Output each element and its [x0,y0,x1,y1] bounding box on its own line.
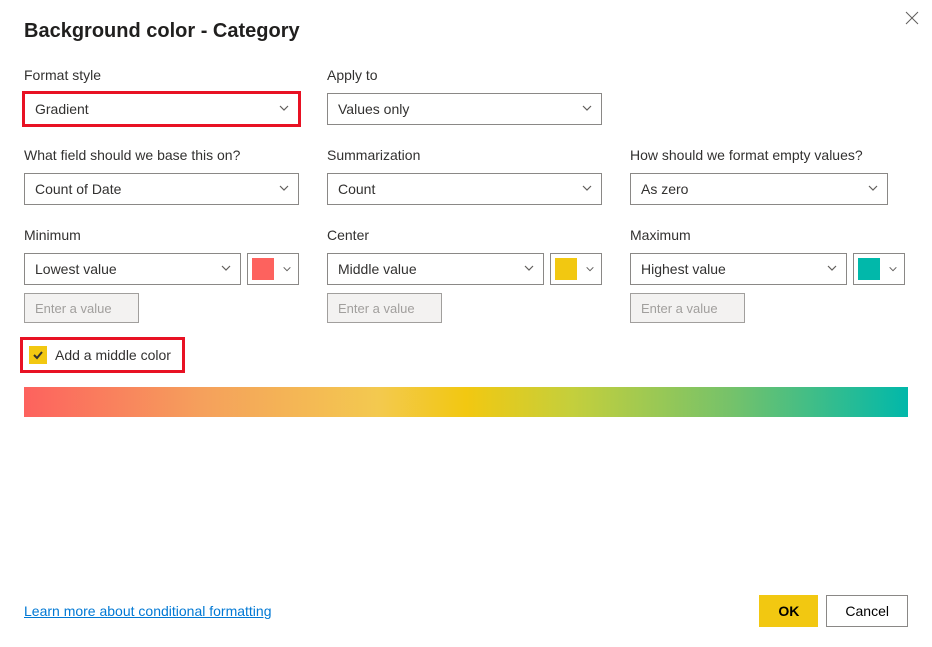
field-summarization: Summarization Count [327,147,602,205]
field-format-style: Format style Gradient [24,67,299,125]
chevron-down-icon [523,261,535,277]
maximum-label: Maximum [630,227,905,243]
base-field-label: What field should we base this on? [24,147,299,163]
apply-to-value: Values only [338,101,409,117]
cancel-button[interactable]: Cancel [826,595,908,627]
maximum-select[interactable]: Highest value [630,253,847,285]
center-value: Middle value [338,261,417,277]
chevron-down-icon [581,181,593,197]
summarization-value: Count [338,181,375,197]
chevron-down-icon [581,101,593,117]
row-format-apply: Format style Gradient Apply to Values on… [24,67,908,125]
minimum-label: Minimum [24,227,299,243]
learn-more-link[interactable]: Learn more about conditional formatting [24,603,271,619]
minimum-select[interactable]: Lowest value [24,253,241,285]
minimum-value-input[interactable] [24,293,139,323]
close-button[interactable] [904,10,920,26]
background-color-dialog: Background color - Category Format style… [0,0,932,647]
field-minimum: Minimum Lowest value [24,227,299,323]
minimum-color-swatch [252,258,274,280]
row-base-summarization-empty: What field should we base this on? Count… [24,147,908,205]
chevron-down-icon [884,264,902,274]
chevron-down-icon [278,101,290,117]
format-style-value: Gradient [35,101,89,117]
minimum-value: Lowest value [35,261,117,277]
empty-values-label: How should we format empty values? [630,147,888,163]
add-middle-color-checkbox[interactable] [29,346,47,364]
ok-button[interactable]: OK [759,595,818,627]
base-field-select[interactable]: Count of Date [24,173,299,205]
empty-values-value: As zero [641,181,688,197]
field-apply-to: Apply to Values only [327,67,602,125]
center-select[interactable]: Middle value [327,253,544,285]
add-middle-color-label: Add a middle color [55,347,171,363]
chevron-down-icon [581,264,599,274]
summarization-label: Summarization [327,147,602,163]
add-middle-color-row: Add a middle color [24,341,181,369]
gradient-preview [24,387,908,417]
chevron-down-icon [867,181,879,197]
minimum-color-picker[interactable] [247,253,299,285]
maximum-color-picker[interactable] [853,253,905,285]
format-style-label: Format style [24,67,299,83]
empty-values-select[interactable]: As zero [630,173,888,205]
field-base-field: What field should we base this on? Count… [24,147,299,205]
format-style-select[interactable]: Gradient [24,93,299,125]
maximum-value-input[interactable] [630,293,745,323]
chevron-down-icon [278,181,290,197]
chevron-down-icon [826,261,838,277]
checkmark-icon [32,349,44,361]
footer-buttons: OK Cancel [759,595,908,627]
row-min-center-max: Minimum Lowest value Center Middle value [24,227,908,323]
close-icon [905,11,919,25]
base-field-value: Count of Date [35,181,121,197]
chevron-down-icon [220,261,232,277]
center-color-picker[interactable] [550,253,602,285]
maximum-color-swatch [858,258,880,280]
center-color-swatch [555,258,577,280]
dialog-header: Background color - Category [24,20,908,43]
field-maximum: Maximum Highest value [630,227,905,323]
summarization-select[interactable]: Count [327,173,602,205]
apply-to-select[interactable]: Values only [327,93,602,125]
dialog-title: Background color - Category [24,20,300,43]
field-center: Center Middle value [327,227,602,323]
center-value-input[interactable] [327,293,442,323]
center-label: Center [327,227,602,243]
dialog-footer: Learn more about conditional formatting … [24,583,908,627]
chevron-down-icon [278,264,296,274]
field-empty-values: How should we format empty values? As ze… [630,147,888,205]
apply-to-label: Apply to [327,67,602,83]
maximum-value: Highest value [641,261,726,277]
